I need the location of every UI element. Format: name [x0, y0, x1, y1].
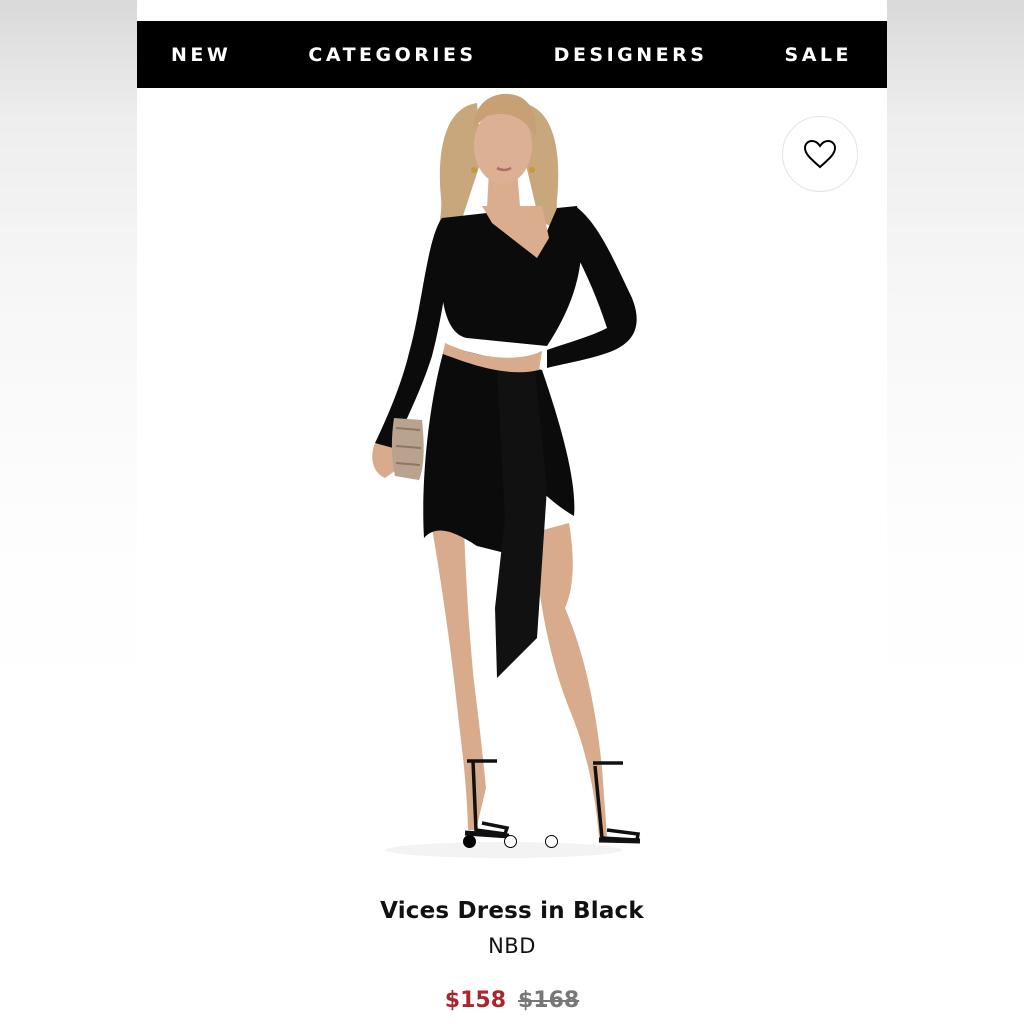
product-page: NEW CATEGORIES DESIGNERS SALE Vices Dres… [137, 0, 887, 1024]
heart-icon [803, 139, 837, 169]
carousel-dot-2[interactable] [504, 834, 517, 848]
product-brand[interactable]: NBD [137, 934, 887, 958]
nav-item-new[interactable]: NEW [171, 44, 231, 66]
carousel-dot-1[interactable] [463, 834, 476, 848]
main-navigation: NEW CATEGORIES DESIGNERS SALE [137, 21, 887, 88]
product-title: Vices Dress in Black [380, 898, 644, 924]
carousel-dot-3[interactable] [545, 834, 558, 848]
sale-price: $158 [444, 988, 506, 1013]
favorite-button[interactable] [782, 116, 858, 192]
nav-item-designers[interactable]: DESIGNERS [554, 44, 708, 66]
nav-item-sale[interactable]: SALE [785, 44, 852, 66]
image-carousel-dots [463, 833, 563, 849]
price-row: $158 $168 [137, 988, 887, 1013]
product-image[interactable] [137, 88, 887, 868]
nav-item-categories[interactable]: CATEGORIES [308, 44, 476, 66]
original-price: $168 [518, 988, 580, 1013]
